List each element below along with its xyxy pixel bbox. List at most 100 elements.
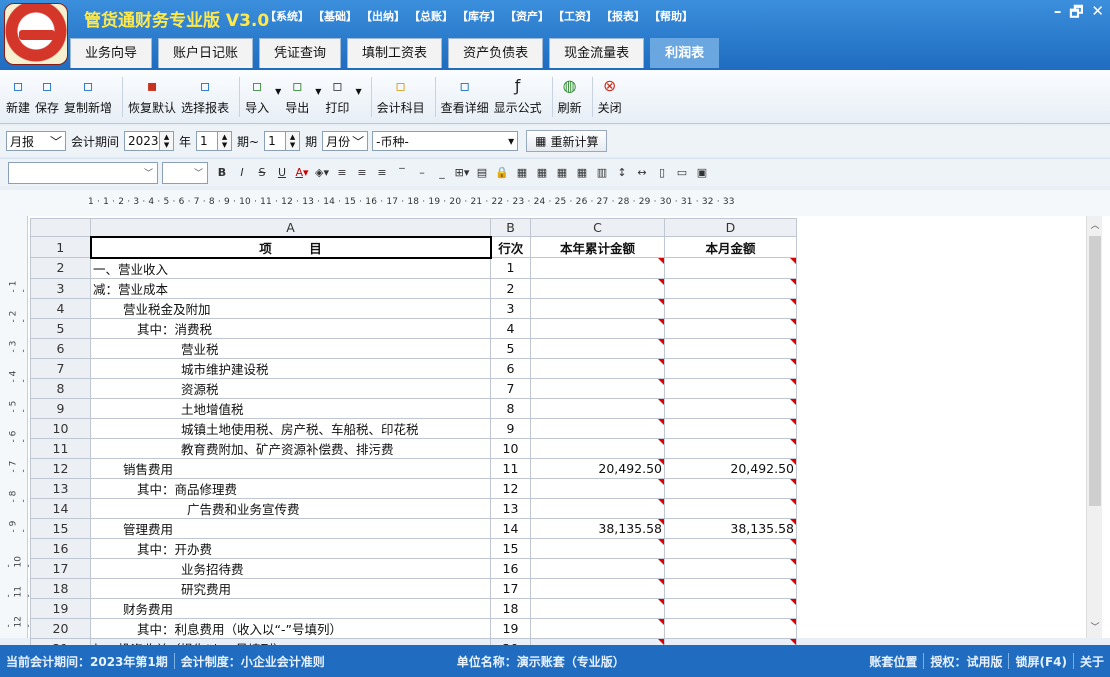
bold-icon[interactable]: B [212,163,232,183]
row-number[interactable]: 2 [30,257,91,279]
properties-icon[interactable]: ▣ [692,163,712,183]
row-number[interactable]: 19 [30,597,91,619]
col-width-icon[interactable]: ↔ [632,163,652,183]
tab-item[interactable]: 填制工资表 [347,38,443,68]
toolbar-button[interactable]: ▫ 复制新增 [64,74,112,120]
underline-icon[interactable]: U [272,163,292,183]
line-no-cell[interactable]: 7 [490,377,531,399]
row-number[interactable]: 3 [30,277,91,299]
col-header-c[interactable]: C [530,218,665,237]
header-item[interactable]: 项 目 [89,235,492,259]
ytd-amount-cell[interactable] [530,417,665,439]
ytd-amount-cell[interactable] [530,497,665,519]
ytd-amount-cell[interactable] [530,597,665,619]
close-icon[interactable]: ✕ [1091,2,1104,27]
line-no-cell[interactable]: 15 [490,537,531,559]
menu-item[interactable]: 【库存】 [457,8,501,24]
item-cell[interactable]: 其中：商品修理费 [90,477,491,499]
ytd-amount-cell[interactable] [530,537,665,559]
line-no-cell[interactable]: 19 [490,617,531,639]
tab-item[interactable]: 账户日记账 [158,38,254,68]
item-cell[interactable]: 城市维护建设税 [90,357,491,379]
ytd-amount-cell[interactable] [530,257,665,279]
row-number[interactable]: 6 [30,337,91,359]
line-no-cell[interactable]: 6 [490,357,531,379]
ytd-amount-cell[interactable] [530,277,665,299]
item-cell[interactable]: 城镇土地使用税、房产税、车船税、印花税 [90,417,491,439]
ytd-amount-cell[interactable] [530,317,665,339]
row-number[interactable]: 8 [30,377,91,399]
row-number[interactable]: 10 [30,417,91,439]
col-header-a[interactable]: A [90,218,491,237]
row-number[interactable]: 5 [30,317,91,339]
toolbar-button[interactable]: ▫ 新建 [6,74,30,120]
month-amount-cell[interactable] [664,417,797,439]
tab-item[interactable]: 资产负债表 [448,38,544,68]
menu-item[interactable]: 【出纳】 [361,8,405,24]
minimize-icon[interactable]: – [1054,2,1062,27]
status-lock[interactable]: 锁屏(F4) [1009,653,1073,670]
font-size-select[interactable]: ﹀ [162,161,208,184]
ytd-amount-cell[interactable] [530,297,665,319]
fill-color-icon[interactable]: ◈▾ [312,163,332,183]
tab-item[interactable]: 凭证查询 [259,38,342,68]
row-number[interactable]: 4 [30,297,91,319]
item-cell[interactable]: 其中：消费税 [90,317,491,339]
line-no-cell[interactable]: 8 [490,397,531,419]
ytd-amount-cell[interactable] [530,397,665,419]
align-left-icon[interactable]: ≡ [332,163,352,183]
dropdown-arrow-icon[interactable]: ▼ [355,87,361,96]
menu-item[interactable]: 【基础】 [313,8,357,24]
row-number[interactable]: 17 [30,557,91,579]
row-number[interactable]: 9 [30,397,91,419]
row-number[interactable]: 13 [30,477,91,499]
ytd-amount-cell[interactable] [530,377,665,399]
month-amount-cell[interactable] [664,437,797,459]
ytd-amount-cell[interactable] [530,477,665,499]
insert-col-icon[interactable]: ▦ [552,163,572,183]
month-amount-cell[interactable] [664,617,797,639]
month-amount-cell[interactable] [664,277,797,299]
ytd-amount-cell[interactable] [530,337,665,359]
italic-icon[interactable]: I [232,163,252,183]
lock-icon[interactable]: 🔒 [492,163,512,183]
merge-cells-icon[interactable]: ▤ [472,163,492,183]
delete-col-icon[interactable]: ▦ [572,163,592,183]
row-number[interactable]: 7 [30,357,91,379]
row-height-icon[interactable]: ↕ [612,163,632,183]
month-select[interactable]: 月份 ﹀ [322,131,369,151]
toolbar-button[interactable]: ▫ 打印 [325,74,349,120]
toolbar-button[interactable]: ▪ 恢复默认 [128,74,176,120]
align-center-icon[interactable]: ≡ [352,163,372,183]
tab-item[interactable]: 利润表 [650,38,720,68]
period-from-input[interactable]: 1 [196,131,219,151]
line-no-cell[interactable]: 10 [490,437,531,459]
dropdown-arrow-icon[interactable]: ▼ [315,87,321,96]
insert-row-icon[interactable]: ▦ [512,163,532,183]
ytd-amount-cell[interactable] [530,577,665,599]
recalculate-button[interactable]: ▦ 重新计算 [526,130,608,152]
period-from-spinner[interactable]: ▲ ▼ [218,131,233,151]
row-number[interactable]: 1 [30,236,91,258]
month-amount-cell[interactable] [664,377,797,399]
toolbar-button[interactable]: ▫ 导入 [245,74,269,120]
year-input[interactable]: 2023 [124,131,161,151]
menu-item[interactable]: 【报表】 [601,8,645,24]
month-amount-cell[interactable] [664,397,797,419]
item-cell[interactable]: 销售费用 [90,457,491,479]
row-number[interactable]: 14 [30,497,91,519]
line-no-cell[interactable]: 13 [490,497,531,519]
item-cell[interactable]: 广告费和业务宣传费 [90,497,491,519]
delete-row-icon[interactable]: ▦ [532,163,552,183]
month-amount-cell[interactable] [664,537,797,559]
month-amount-cell[interactable] [664,597,797,619]
status-about[interactable]: 关于 [1074,653,1110,670]
item-cell[interactable]: 土地增值税 [90,397,491,419]
item-cell[interactable]: 研究费用 [90,577,491,599]
item-cell[interactable]: 营业税金及附加 [90,297,491,319]
col-header-d[interactable]: D [664,218,797,237]
ytd-amount-cell[interactable]: 38,135.58 [530,517,665,539]
status-license[interactable]: 授权：试用版 [924,653,1008,670]
report-type-select[interactable]: 月报 ﹀ [6,131,66,151]
toolbar-button[interactable]: ▫ 保存 [35,74,59,120]
